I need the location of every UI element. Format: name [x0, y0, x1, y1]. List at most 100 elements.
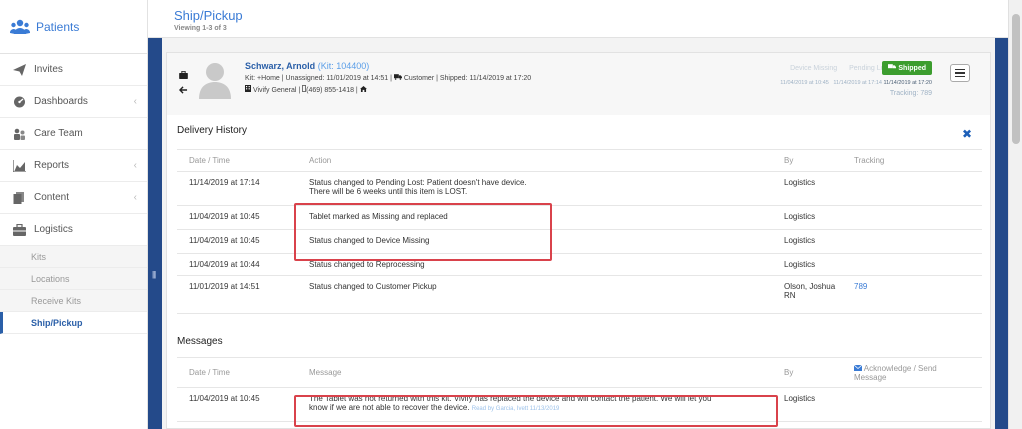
status-steps: Device Missing Pending Lost — [780, 65, 890, 72]
row-by: Logistics — [772, 229, 842, 254]
chevron-left-icon: ‹ — [133, 192, 137, 203]
col-date-time: Date / Time — [177, 149, 297, 172]
col-date-time: Date / Time — [177, 357, 297, 388]
row-date: 11/01/2019 at 14:51 — [177, 275, 297, 314]
row-by-role: RN — [784, 291, 796, 300]
row-by: Logistics — [772, 171, 842, 206]
subnav-item-locations[interactable]: Locations — [0, 268, 147, 290]
collapse-panel-strip[interactable]: ||| — [148, 38, 162, 429]
kit-actions — [178, 70, 188, 96]
nav-item-invites[interactable]: Invites — [0, 54, 147, 86]
logistics-submenu: Kits Locations Receive Kits Ship/Pickup — [0, 246, 147, 334]
brand-name: Patients — [36, 19, 80, 34]
row-date: 11/04/2019 at 10:44 — [177, 253, 297, 276]
page-title: Ship/Pickup — [174, 8, 243, 23]
care-team-icon — [12, 127, 26, 141]
kit-info: Schwarz, Arnold (Kit: 104400) Kit: +Home… — [245, 61, 725, 94]
nav-item-label: Content — [34, 192, 70, 203]
nav-item-logistics[interactable]: Logistics — [0, 214, 147, 246]
kit-location-line: Vivify General | (469) 855-1418 | — [245, 85, 725, 94]
kit-id: (Kit: 104400) — [317, 61, 370, 71]
table-row: 11/04/2019 at 10:44 Status changed to Re… — [177, 253, 982, 276]
status-date-shipped: 11/14/2019 at 17:20 — [883, 80, 932, 86]
status-dates: 11/04/2019 at 10:45 11/14/2019 at 17:14 … — [780, 80, 932, 86]
kit-menu-button[interactable] — [950, 64, 970, 82]
row-action: Status changed to Customer Pickup — [297, 275, 772, 314]
brand[interactable]: Patients — [0, 0, 147, 54]
nav-item-dashboards[interactable]: Dashboards ‹ — [0, 86, 147, 118]
tracking-link[interactable]: 789 — [854, 282, 867, 291]
row-tracking — [842, 205, 982, 230]
status-date-pending-lost: 11/14/2019 at 17:14 — [833, 80, 882, 86]
row-message-text-2: know if we are not able to recover the d… — [309, 403, 560, 412]
status-device-missing: Device Missing — [790, 65, 838, 72]
row-tracking — [842, 253, 982, 276]
row-by: Logistics — [772, 387, 842, 422]
truck-icon — [393, 74, 402, 82]
nav-item-care-team[interactable]: Care Team — [0, 118, 147, 150]
nav-item-label: Logistics — [34, 224, 73, 235]
table-row: 11/04/2019 at 10:45 Status changed to De… — [177, 229, 982, 254]
page-header: Ship/Pickup Viewing 1-3 of 3 — [148, 0, 1008, 38]
delivery-history-title: Delivery History — [177, 125, 248, 136]
col-by: By — [772, 357, 842, 388]
table-row: 11/04/2019 at 10:45 Tablet marked as Mis… — [177, 205, 982, 230]
nav-menu: Invites Dashboards ‹ Care Team Reports ‹ — [0, 54, 147, 246]
patient-last-name: Schwarz — [245, 61, 282, 71]
files-icon — [12, 191, 26, 205]
close-icon[interactable]: ✖ — [962, 127, 972, 141]
subnav-item-kits[interactable]: Kits — [0, 246, 147, 268]
col-message: Message — [297, 357, 772, 388]
row-empty — [842, 387, 982, 422]
sidebar: Patients Invites Dashboards ‹ Care Team — [0, 0, 148, 429]
grip-handle-icon[interactable]: ||| — [152, 270, 156, 279]
row-message: The Tablet was not returned with this ki… — [297, 387, 772, 422]
row-date: 11/14/2019 at 17:14 — [177, 171, 297, 206]
ack-label-1: Acknowledge / Send — [863, 363, 937, 373]
right-panel-strip — [995, 38, 1008, 429]
shipped-label: Shipped — [898, 65, 926, 72]
envelope-icon — [853, 364, 863, 373]
table-row: 11/14/2019 at 17:14 Status changed to Pe… — [177, 171, 982, 206]
home-icon[interactable] — [359, 86, 367, 94]
shipped-status-badge: Shipped — [882, 61, 932, 75]
nav-item-label: Invites — [34, 64, 63, 75]
row-by: Logistics — [772, 253, 842, 276]
building-icon — [245, 85, 251, 94]
col-tracking: Tracking — [842, 149, 982, 172]
ack-label-2: Message — [854, 372, 887, 382]
subnav-item-receive-kits[interactable]: Receive Kits — [0, 290, 147, 312]
nav-item-content[interactable]: Content ‹ — [0, 182, 147, 214]
messages-table: Date / Time Message By Acknowledge / Sen… — [177, 357, 982, 422]
area-chart-icon — [12, 159, 26, 173]
nav-item-label: Dashboards — [34, 96, 88, 107]
phone-number: (469) 855-1418 | — [306, 87, 360, 94]
row-tracking — [842, 171, 982, 206]
kit-status-line: Kit: +Home | Unassigned: 11/01/2019 at 1… — [245, 74, 725, 82]
kit-status-summary: Device Missing Pending Lost Shipped 11/0… — [712, 59, 932, 103]
row-tracking — [842, 229, 982, 254]
patients-logo-icon — [10, 18, 30, 36]
arrow-left-icon[interactable] — [178, 86, 188, 96]
row-by: Olson, Joshua RN — [772, 275, 842, 314]
subnav-item-ship-pickup[interactable]: Ship/Pickup — [0, 312, 147, 334]
chevron-left-icon: ‹ — [133, 96, 137, 107]
row-date: 11/04/2019 at 10:45 — [177, 229, 297, 254]
nav-item-label: Care Team — [34, 128, 83, 139]
patient-first-name: , Arnold — [281, 61, 316, 71]
patient-avatar — [197, 59, 233, 99]
row-action-text: Status changed to Pending Lost: Patient … — [309, 178, 527, 187]
dashboard-gauge-icon — [12, 95, 26, 109]
kit-shipped-text: Customer | Shipped: 11/14/2019 at 17:20 — [403, 75, 532, 82]
row-by: Logistics — [772, 205, 842, 230]
patient-name[interactable]: Schwarz, Arnold (Kit: 104400) — [245, 61, 725, 71]
page-scrollbar[interactable] — [1008, 0, 1022, 429]
row-action: Status changed to Pending Lost: Patient … — [297, 171, 772, 206]
briefcase-icon[interactable] — [179, 70, 188, 81]
nav-item-reports[interactable]: Reports ‹ — [0, 150, 147, 182]
hamburger-menu-icon — [955, 68, 965, 71]
scrollbar-thumb[interactable] — [1012, 14, 1020, 144]
table-header-row: Date / Time Action By Tracking — [177, 149, 982, 172]
acknowledge-send-message-link[interactable]: Acknowledge / Send Message — [842, 357, 982, 388]
row-action-text-2: There will be 6 weeks until this item is… — [309, 187, 468, 196]
